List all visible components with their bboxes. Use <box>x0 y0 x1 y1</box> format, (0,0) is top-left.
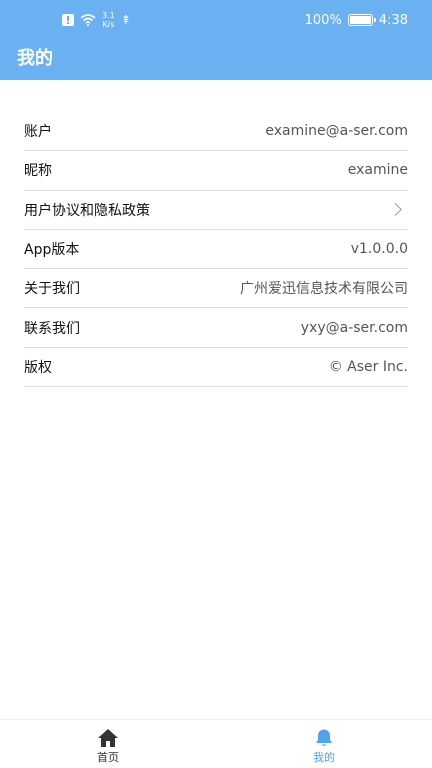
row-value: examine@a-ser.com <box>265 123 408 140</box>
nav-label-mine: 我的 <box>313 751 335 764</box>
app-screen: 3.1 K/s ⇞ 100% 4:38 我的 账户 examine@a-ser.… <box>0 0 432 768</box>
settings-row-account[interactable]: 账户 examine@a-ser.com <box>24 112 408 152</box>
row-label: 版权 <box>24 359 52 376</box>
alert-icon <box>62 14 74 26</box>
row-label: 用户协议和隐私政策 <box>24 202 150 219</box>
status-time: 4:38 <box>378 12 408 28</box>
settings-list: 账户 examine@a-ser.com 昵称 examine 用户协议和隐私政… <box>24 112 408 388</box>
network-speed-value: 3.1 <box>102 11 115 20</box>
row-label: App版本 <box>24 242 80 259</box>
network-speed: 3.1 K/s <box>102 11 115 29</box>
settings-row-copyright[interactable]: 版权 © Aser Inc. <box>24 348 408 388</box>
bottom-nav: 首页 我的 <box>0 719 432 768</box>
status-bar: 3.1 K/s ⇞ 100% 4:38 <box>0 0 432 40</box>
settings-row-privacy-policy[interactable]: 用户协议和隐私政策 <box>24 191 408 230</box>
nav-tab-mine[interactable]: 我的 <box>216 720 432 768</box>
network-speed-unit: K/s <box>102 20 115 29</box>
row-value: examine <box>347 162 408 179</box>
battery-icon <box>347 14 376 26</box>
row-label: 关于我们 <box>24 281 80 298</box>
settings-row-app-version[interactable]: App版本 v1.0.0.0 <box>24 230 408 270</box>
nav-tab-home[interactable]: 首页 <box>0 720 216 768</box>
home-icon <box>98 729 118 747</box>
settings-row-contact-us[interactable]: 联系我们 yxy@a-ser.com <box>24 308 408 348</box>
row-label: 联系我们 <box>24 320 80 337</box>
status-left: 3.1 K/s ⇞ <box>62 10 131 30</box>
chevron-right-icon <box>389 203 402 217</box>
row-label: 账户 <box>24 124 52 141</box>
battery-fill <box>349 16 371 24</box>
bell-icon <box>316 729 332 746</box>
row-value: v1.0.0.0 <box>350 241 408 258</box>
nav-label-home: 首页 <box>97 751 119 764</box>
row-value: 广州爱迅信息技术有限公司 <box>240 281 408 298</box>
battery-percent: 100% <box>304 12 342 28</box>
app-header: 3.1 K/s ⇞ 100% 4:38 我的 <box>0 0 432 80</box>
row-label: 昵称 <box>24 163 52 180</box>
row-value: © Aser Inc. <box>328 358 408 375</box>
usb-icon: ⇞ <box>120 13 131 27</box>
wifi-icon <box>80 14 96 26</box>
settings-row-nickname[interactable]: 昵称 examine <box>24 151 408 191</box>
page-title: 我的 <box>17 48 53 69</box>
settings-row-about-us[interactable]: 关于我们 广州爱迅信息技术有限公司 <box>24 269 408 309</box>
row-value: yxy@a-ser.com <box>300 319 408 336</box>
title-bar: 我的 <box>0 40 432 80</box>
status-right: 100% 4:38 <box>305 10 408 30</box>
